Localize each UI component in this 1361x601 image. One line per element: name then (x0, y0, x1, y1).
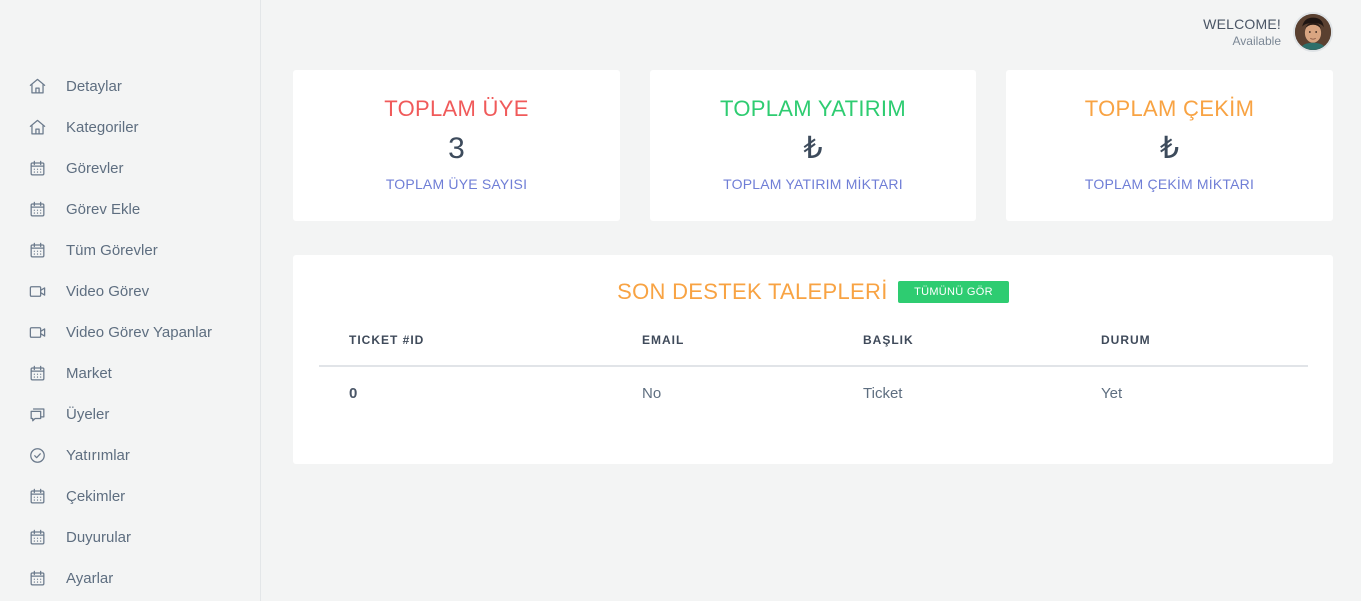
sidebar-item-label: Video Görev (66, 283, 150, 300)
tickets-header: SON DESTEK TALEPLERİ TÜMÜNÜ GÖR (293, 279, 1333, 305)
home-icon (27, 77, 47, 97)
column-header-ticket-id: TICKET #ID (349, 333, 425, 347)
sidebar-item-market[interactable]: Market (0, 353, 260, 394)
sidebar-item-label: Kategoriler (66, 119, 139, 136)
stat-card-members: TOPLAM ÜYE 3 TOPLAM ÜYE SAYISI (293, 70, 620, 221)
calendar-icon (27, 200, 47, 220)
cell-email: No (642, 385, 662, 402)
sidebar-item-yatirimlar[interactable]: Yatırımlar (0, 435, 260, 476)
video-icon (27, 282, 47, 302)
welcome-text: WELCOME! (1203, 16, 1281, 32)
stat-card-withdrawals: TOPLAM ÇEKİM ₺ TOPLAM ÇEKİM MİKTARI (1006, 70, 1333, 221)
calendar-icon (27, 159, 47, 179)
stat-title: TOPLAM ÜYE (384, 96, 529, 121)
column-header-email: EMAIL (642, 333, 685, 347)
sidebar-item-video-gorev-yapanlar[interactable]: Video Görev Yapanlar (0, 312, 260, 353)
sidebar-item-label: Çekimler (66, 488, 126, 505)
column-header-status: DURUM (1101, 333, 1151, 347)
user-status: Available (1232, 34, 1281, 48)
sidebar-item-tum-gorevler[interactable]: Tüm Görevler (0, 230, 260, 271)
video-icon (27, 323, 47, 343)
sidebar-item-label: Görevler (66, 160, 124, 177)
sidebar-item-cekimler[interactable]: Çekimler (0, 476, 260, 517)
welcome-block: WELCOME! Available (1203, 16, 1281, 48)
cell-status: Yet (1101, 385, 1123, 402)
stat-value: ₺ (1159, 132, 1180, 165)
calendar-icon (27, 487, 47, 507)
view-all-button[interactable]: TÜMÜNÜ GÖR (898, 281, 1009, 303)
sidebar-item-kategoriler[interactable]: Kategoriler (0, 107, 260, 148)
stat-card-investments: TOPLAM YATIRIM ₺ TOPLAM YATIRIM MİKTARI (650, 70, 976, 221)
sidebar-item-duyurular[interactable]: Duyurular (0, 517, 260, 558)
sidebar-item-video-gorev[interactable]: Video Görev (0, 271, 260, 312)
sidebar-item-gorev-ekle[interactable]: Görev Ekle (0, 189, 260, 230)
stat-subtitle: TOPLAM ÜYE SAYISI (385, 176, 528, 192)
sidebar-item-label: Market (66, 365, 112, 382)
stat-title: TOPLAM YATIRIM (720, 96, 906, 121)
stat-value: 3 (448, 132, 465, 165)
sidebar-item-label: Görev Ekle (66, 201, 141, 218)
stat-subtitle: TOPLAM YATIRIM MİKTARI (723, 176, 903, 192)
support-tickets-card: SON DESTEK TALEPLERİ TÜMÜNÜ GÖR TICKET #… (293, 255, 1333, 464)
sidebar-item-label: Tüm Görevler (66, 242, 158, 259)
cell-title: Ticket (863, 385, 903, 402)
calendar-icon (27, 364, 47, 384)
stat-value: ₺ (803, 132, 823, 165)
check-circle-icon (27, 446, 47, 466)
calendar-icon (27, 241, 47, 261)
table-row[interactable]: 0 No Ticket Yet (319, 368, 1308, 422)
cell-ticket-id: 0 (349, 385, 358, 402)
sidebar-item-label: Üyeler (66, 406, 110, 423)
stat-subtitle: TOPLAM ÇEKİM MİKTARI (1084, 176, 1255, 192)
sidebar-item-detaylar[interactable]: Detaylar (0, 66, 260, 107)
home-icon (27, 118, 47, 138)
sidebar-item-gorevler[interactable]: Görevler (0, 148, 260, 189)
sidebar-item-ayarlar[interactable]: Ayarlar (0, 558, 260, 599)
sidebar: Detaylar Kategoriler Görevler Görev Ekle… (0, 0, 261, 601)
user-menu[interactable]: WELCOME! Available (1203, 12, 1333, 52)
sidebar-item-label: Ayarlar (66, 570, 114, 587)
sidebar-item-uyeler[interactable]: Üyeler (0, 394, 260, 435)
stat-title: TOPLAM ÇEKİM (1084, 96, 1255, 121)
avatar[interactable] (1293, 12, 1333, 52)
column-header-title: BAŞLIK (863, 333, 914, 347)
table-header: TICKET #ID EMAIL BAŞLIK DURUM (319, 325, 1308, 367)
calendar-icon (27, 528, 47, 548)
sidebar-item-label: Duyurular (66, 529, 132, 546)
sidebar-menu: Detaylar Kategoriler Görevler Görev Ekle… (0, 66, 260, 599)
sidebar-item-label: Video Görev Yapanlar (66, 324, 212, 341)
tickets-title: SON DESTEK TALEPLERİ (617, 279, 888, 304)
calendar-icon (27, 569, 47, 589)
sidebar-item-label: Yatırımlar (66, 447, 130, 464)
sidebar-item-label: Detaylar (66, 78, 122, 95)
chat-icon (27, 405, 47, 425)
